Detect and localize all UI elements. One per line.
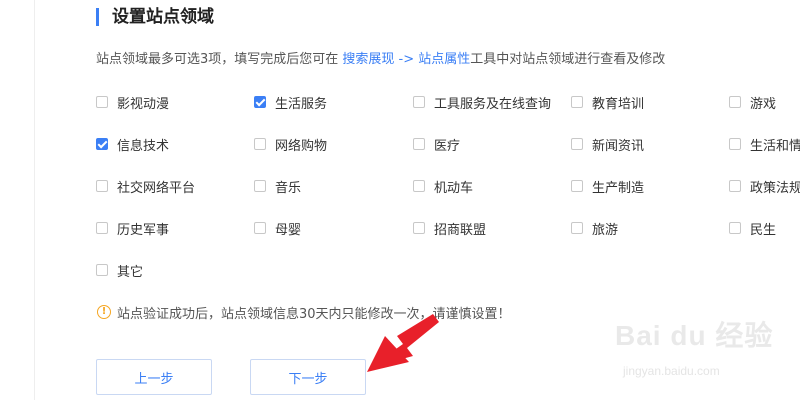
checkbox-icon[interactable] [729, 222, 741, 234]
domain-option[interactable]: 旅游 [571, 219, 619, 238]
domain-option-label: 生活和情 [750, 138, 800, 154]
domain-option[interactable]: 游戏 [729, 93, 777, 112]
domain-option[interactable]: 音乐 [254, 177, 302, 196]
title-accent-bar [96, 8, 99, 26]
checkbox-icon[interactable] [254, 222, 266, 234]
domain-option-label: 母婴 [275, 222, 302, 238]
left-divider [34, 0, 35, 400]
domain-option[interactable]: 机动车 [413, 177, 474, 196]
description-suffix: 工具中对站点领域进行查看及修改 [470, 52, 666, 67]
domain-option[interactable]: 信息技术 [96, 135, 170, 154]
domain-option[interactable]: 其它 [96, 261, 144, 280]
domain-option[interactable]: 政策法规 [729, 177, 800, 196]
watermark-main: Bai du 经验 [615, 320, 774, 351]
checkbox-icon[interactable] [413, 96, 425, 108]
domain-option[interactable]: 历史军事 [96, 219, 170, 238]
domain-option-label: 生活服务 [275, 96, 328, 112]
domain-option-label: 招商联盟 [434, 222, 487, 238]
checkbox-icon[interactable] [571, 96, 583, 108]
domain-option-label: 音乐 [275, 180, 302, 196]
domain-option-label: 信息技术 [117, 138, 170, 154]
domain-option-label: 工具服务及在线查询 [434, 96, 552, 112]
checkbox-checked-icon[interactable] [96, 138, 108, 150]
description-text: 站点领域最多可选3项，填写完成后您可在 搜索展现 -> 站点属性工具中对站点领域… [96, 51, 665, 69]
domain-option[interactable]: 工具服务及在线查询 [413, 93, 552, 112]
checkbox-icon[interactable] [96, 264, 108, 276]
domain-option-label: 新闻资讯 [592, 138, 645, 154]
exclamation-circle-icon: ! [97, 305, 111, 319]
domain-option-label: 游戏 [750, 96, 777, 112]
domain-option-label: 政策法规 [750, 180, 800, 196]
domain-option-label: 网络购物 [275, 138, 328, 154]
domain-option-label: 其它 [117, 264, 144, 280]
checkbox-icon[interactable] [413, 222, 425, 234]
domain-option-label: 民生 [750, 222, 777, 238]
checkbox-icon[interactable] [96, 180, 108, 192]
domain-option[interactable]: 生产制造 [571, 177, 645, 196]
checkbox-checked-icon[interactable] [254, 96, 266, 108]
domain-option-label: 历史军事 [117, 222, 170, 238]
checkbox-icon[interactable] [254, 180, 266, 192]
domain-option[interactable]: 生活服务 [254, 93, 328, 112]
checkbox-icon[interactable] [729, 180, 741, 192]
description-prefix: 站点领域最多可选3项，填写完成后您可在 [96, 52, 343, 67]
baidu-jingyan-watermark: Bai du 经验 jingyan.baidu.com [615, 314, 790, 384]
checkbox-icon[interactable] [571, 222, 583, 234]
domain-option-label: 医疗 [434, 138, 461, 154]
domain-option[interactable]: 生活和情 [729, 135, 800, 154]
domain-option-label: 教育培训 [592, 96, 645, 112]
domain-option[interactable]: 影视动漫 [96, 93, 170, 112]
domain-option[interactable]: 社交网络平台 [96, 177, 196, 196]
domain-option[interactable]: 教育培训 [571, 93, 645, 112]
prev-step-button[interactable]: 上一步 [96, 359, 212, 395]
checkbox-icon[interactable] [729, 96, 741, 108]
domain-option-label: 影视动漫 [117, 96, 170, 112]
checkbox-icon[interactable] [96, 222, 108, 234]
domain-option-label: 旅游 [592, 222, 619, 238]
watermark-sub: jingyan.baidu.com [623, 364, 720, 378]
domain-option[interactable]: 民生 [729, 219, 777, 238]
domain-option[interactable]: 网络购物 [254, 135, 328, 154]
page-title: 设置站点领域 [112, 7, 214, 27]
domain-option[interactable]: 新闻资讯 [571, 135, 645, 154]
checkbox-icon[interactable] [729, 138, 741, 150]
domain-option[interactable]: 招商联盟 [413, 219, 487, 238]
checkbox-icon[interactable] [571, 138, 583, 150]
checkbox-icon[interactable] [571, 180, 583, 192]
domain-option[interactable]: 母婴 [254, 219, 302, 238]
checkbox-icon[interactable] [413, 180, 425, 192]
red-arrow-icon [367, 314, 439, 372]
domain-option-label: 社交网络平台 [117, 180, 196, 196]
domain-option[interactable]: 医疗 [413, 135, 461, 154]
checkbox-icon[interactable] [96, 96, 108, 108]
checkbox-icon[interactable] [413, 138, 425, 150]
site-attribute-link[interactable]: 搜索展现 -> 站点属性 [342, 52, 470, 67]
domain-option-label: 生产制造 [592, 180, 645, 196]
checkbox-icon[interactable] [254, 138, 266, 150]
domain-option-label: 机动车 [434, 180, 474, 196]
next-step-button[interactable]: 下一步 [250, 359, 366, 395]
